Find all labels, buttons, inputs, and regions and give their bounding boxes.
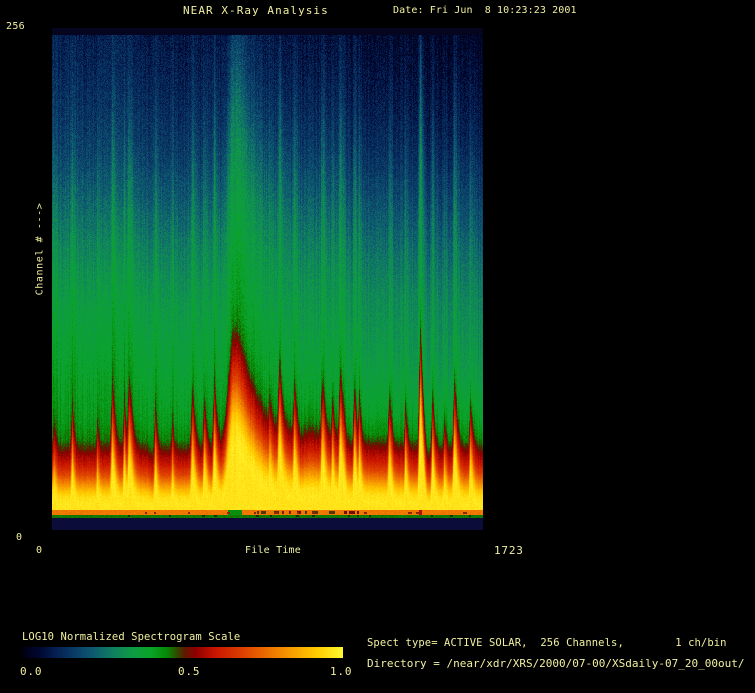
page-title: NEAR X-Ray Analysis — [183, 4, 329, 17]
spect-type-line: Spect type= ACTIVE SOLAR, 256 Channels, … — [367, 637, 727, 649]
x-axis-min-tick: 0 — [36, 545, 42, 556]
directory-line: Directory = /near/xdr/XRS/2000/07-00/XSd… — [367, 657, 745, 670]
x-axis-title: File Time — [245, 545, 301, 556]
y-axis-title: Channel # ---> — [35, 203, 46, 296]
colorbar-tick-min: 0.0 — [20, 665, 42, 678]
colorbar-tick-mid: 0.5 — [178, 665, 200, 678]
colorbar-tick-max: 1.0 — [330, 665, 352, 678]
spectrogram-plot — [52, 28, 483, 530]
y-axis-min-tick: 0 — [16, 532, 22, 543]
near-xray-analysis-window: NEAR X-Ray Analysis Date: Fri Jun 8 10:2… — [0, 0, 755, 693]
colorbar — [22, 647, 343, 658]
y-axis-max-tick: 256 — [6, 21, 25, 32]
date-label: Date: Fri Jun 8 10:23:23 2001 — [393, 5, 577, 16]
colorbar-label: LOG10 Normalized Spectrogram Scale — [22, 631, 240, 643]
x-axis-max-tick: 1723 — [494, 544, 524, 557]
